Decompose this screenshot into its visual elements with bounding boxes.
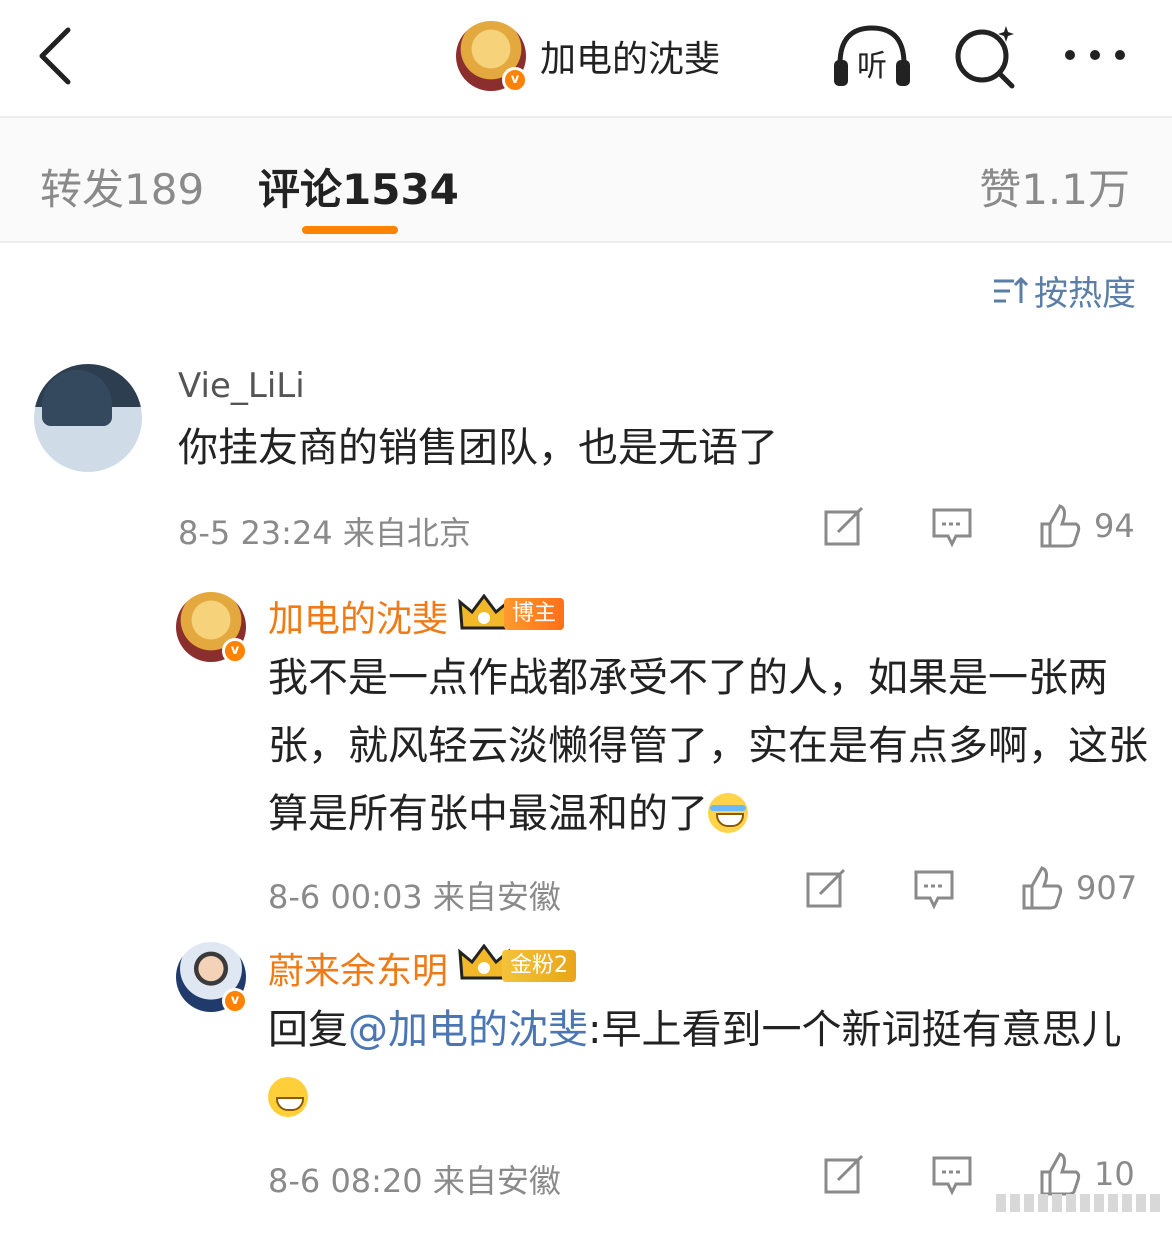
- reply-actions: 907: [804, 866, 1137, 910]
- reply-meta: 8-6 08:20 来自安徽: [268, 1156, 561, 1202]
- reply-icon[interactable]: [930, 1152, 974, 1196]
- comment-meta: 8-5 23:24 来自北京: [178, 508, 471, 554]
- listen-label: 听: [857, 49, 887, 84]
- search-icon[interactable]: [950, 20, 1020, 90]
- comment-time: 8-5 23:24: [178, 514, 333, 552]
- avatar[interactable]: v: [456, 21, 528, 93]
- sort-button[interactable]: 按热度: [992, 266, 1136, 315]
- avatar[interactable]: v: [176, 592, 248, 664]
- grin-emoji-icon: [268, 1077, 308, 1117]
- like-icon[interactable]: [1020, 866, 1064, 910]
- reply-body: :早上看到一个新词挺有意思儿: [588, 1007, 1122, 1053]
- comment-author[interactable]: Vie_LiLi: [178, 366, 305, 406]
- active-tab-indicator: [302, 226, 398, 234]
- reply-time: 8-6 08:20: [268, 1162, 423, 1200]
- verified-icon: v: [222, 638, 248, 664]
- tab-repost[interactable]: 转发189: [40, 156, 204, 217]
- reply-meta: 8-6 00:03 来自安徽: [268, 872, 561, 918]
- crown-icon: [458, 594, 510, 630]
- watermark-icon: [996, 1194, 1160, 1212]
- avatar[interactable]: v: [176, 942, 248, 1014]
- back-icon[interactable]: [30, 24, 86, 88]
- top-bar: v 加电的沈斐 听: [0, 0, 1172, 116]
- reply-author[interactable]: 加电的沈斐: [268, 590, 448, 642]
- comment-location: 来自北京: [342, 514, 471, 552]
- reply-icon[interactable]: [930, 504, 974, 548]
- more-icon[interactable]: [1060, 30, 1130, 80]
- header-user[interactable]: v 加电的沈斐: [456, 20, 721, 93]
- like-count: 907: [1076, 869, 1138, 907]
- like-count: 94: [1094, 507, 1135, 545]
- sort-icon: [994, 276, 1028, 303]
- verified-icon: v: [222, 988, 248, 1014]
- avatar[interactable]: [34, 364, 142, 472]
- page-title: 加电的沈斐: [540, 39, 721, 80]
- reply-icon[interactable]: [912, 866, 956, 910]
- laugh-cry-emoji-icon: [708, 793, 748, 833]
- reply-prefix: 回复: [268, 1007, 348, 1053]
- share-icon[interactable]: [822, 1152, 866, 1196]
- share-icon[interactable]: [822, 504, 866, 548]
- tab-bar: 转发189 评论1534 赞1.1万: [0, 118, 1172, 242]
- like-count: 10: [1094, 1155, 1135, 1193]
- divider: [0, 241, 1172, 243]
- sort-label: 按热度: [1034, 274, 1136, 314]
- reply-text: 回复@加电的沈斐:早上看到一个新词挺有意思儿: [268, 996, 1148, 1132]
- blogger-badge: 博主: [504, 598, 565, 630]
- listen-button[interactable]: 听: [830, 20, 914, 90]
- tab-comment[interactable]: 评论1534: [258, 156, 459, 217]
- reply-author[interactable]: 蔚来余东明: [268, 942, 448, 994]
- tab-like[interactable]: 赞1.1万: [979, 156, 1130, 217]
- reply-time: 8-6 00:03: [268, 878, 423, 916]
- reply-text: 我不是一点作战都承受不了的人，如果是一张两张，就风轻云淡懒得管了，实在是有点多啊…: [268, 644, 1148, 848]
- like-icon[interactable]: [1038, 504, 1082, 548]
- mention-link[interactable]: @加电的沈斐: [348, 1007, 588, 1053]
- reply-location: 来自安徽: [432, 1162, 561, 1200]
- verified-icon: v: [502, 67, 528, 93]
- comment-actions: 94: [822, 504, 1135, 548]
- reply-location: 来自安徽: [432, 878, 561, 916]
- comment-text: 你挂友商的销售团队，也是无语了: [178, 425, 778, 471]
- share-icon[interactable]: [804, 866, 848, 910]
- fan-badge: 金粉2: [502, 950, 576, 982]
